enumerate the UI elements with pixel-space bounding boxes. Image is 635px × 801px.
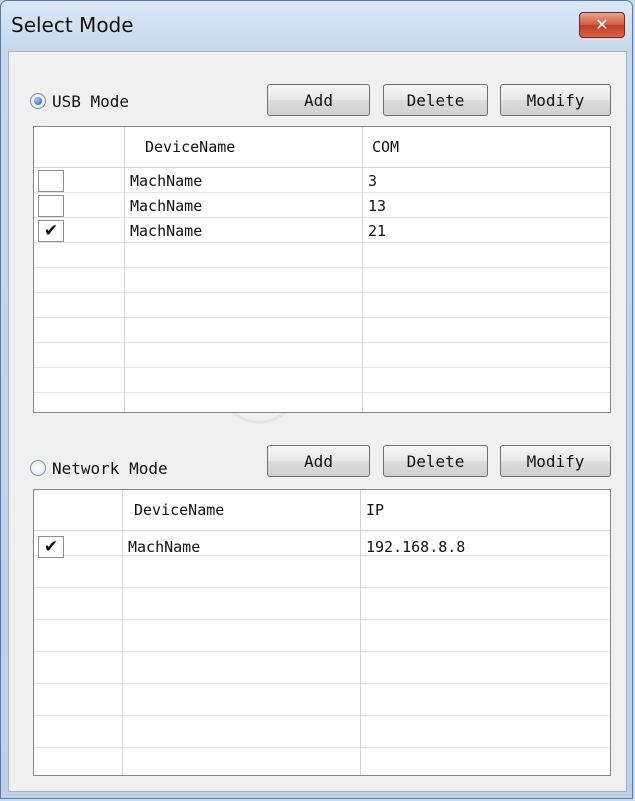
network-row-1-name: MachName — [128, 538, 201, 556]
usb-row-2-name: MachName — [130, 197, 203, 215]
network-col-devicename[interactable]: DeviceName — [134, 501, 224, 519]
network-device-list[interactable]: DeviceName IP ✔ MachName 192.168.8.8 — [33, 489, 611, 776]
network-add-button[interactable]: Add — [267, 445, 370, 477]
network-mode-label: Network Mode — [52, 459, 168, 478]
network-col-ip[interactable]: IP — [366, 501, 384, 519]
network-modify-button[interactable]: Modify — [500, 445, 611, 477]
network-row-1-checkbox[interactable]: ✔ — [38, 536, 64, 558]
network-mode-radio[interactable]: Network Mode — [30, 457, 270, 481]
network-list-header: DeviceName IP — [34, 490, 610, 531]
usb-row-2-com: 13 — [368, 197, 387, 215]
checkbox-icon — [39, 171, 63, 191]
usb-delete-button[interactable]: Delete — [383, 84, 488, 116]
checkbox-icon — [39, 196, 63, 216]
usb-row-3-com: 21 — [368, 222, 387, 240]
checkbox-icon: ✔ — [43, 537, 59, 557]
usb-modify-button[interactable]: Modify — [500, 84, 611, 116]
network-delete-button[interactable]: Delete — [383, 445, 488, 477]
usb-row-1-name: MachName — [130, 172, 203, 190]
close-button[interactable]: ✕ — [579, 12, 625, 38]
usb-add-button[interactable]: Add — [267, 84, 370, 116]
title-bar[interactable]: Select Mode ✕ — [1, 1, 632, 51]
usb-row-1-checkbox[interactable] — [38, 170, 64, 192]
radio-icon — [30, 460, 46, 476]
window-title: Select Mode — [11, 13, 134, 37]
radio-icon — [30, 93, 46, 109]
checkbox-icon: ✔ — [43, 221, 59, 241]
select-mode-dialog: Select Mode ✕ USB Mode Add Delete Modify — [0, 0, 633, 799]
usb-row-1-com: 3 — [368, 172, 378, 190]
usb-col-com[interactable]: COM — [372, 138, 399, 156]
usb-device-list[interactable]: DeviceName COM MachName 3 MachName 13 ✔ … — [33, 126, 611, 413]
usb-row-2-checkbox[interactable] — [38, 195, 64, 217]
usb-row-3-name: MachName — [130, 222, 203, 240]
usb-mode-label: USB Mode — [52, 92, 130, 111]
usb-col-devicename[interactable]: DeviceName — [145, 138, 235, 156]
dialog-body: USB Mode Add Delete Modify DeviceName CO… — [8, 51, 627, 792]
usb-row-3-checkbox[interactable]: ✔ — [38, 220, 64, 242]
close-icon: ✕ — [595, 15, 609, 34]
network-row-1-ip: 192.168.8.8 — [366, 538, 466, 556]
usb-mode-radio[interactable]: USB Mode — [30, 90, 250, 114]
usb-list-header: DeviceName COM — [34, 127, 610, 168]
